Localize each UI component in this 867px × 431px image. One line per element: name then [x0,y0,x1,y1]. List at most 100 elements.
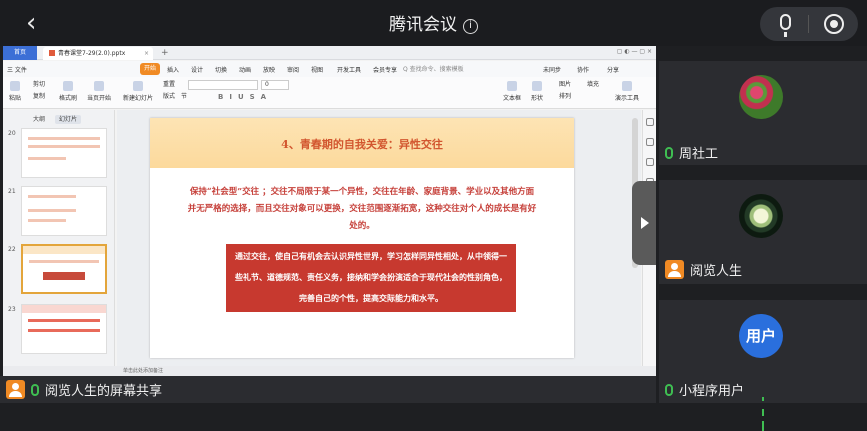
menu-bar: 三 文件 开始 插入 设计 切换 动画 放映 审阅 视图 开发工具 会员专享 Q… [3,61,656,77]
shape-button[interactable]: 形状 [531,81,543,102]
animation-icon[interactable] [646,158,654,166]
presentation-tools-icon [622,81,632,91]
play-from-current-button[interactable]: 当页开始 [87,81,111,102]
thumb-header [22,305,106,313]
copy-label: 复制 [33,93,46,100]
slide-number: 21 [8,188,16,195]
slide-thumbnail[interactable] [21,128,107,178]
presentation-tools-button[interactable]: 演示工具 [615,81,639,102]
microphone-icon [665,384,673,396]
paste-button[interactable]: 粘贴 [9,81,21,102]
font-size-select[interactable]: 0 [261,80,289,90]
lotus-avatar [739,194,783,238]
microphone-icon [31,384,39,396]
property-icon[interactable] [646,118,654,126]
participant-name-text: 小程序用户 [679,384,745,399]
menu-insert[interactable]: 插入 [167,65,179,74]
textbox-icon [507,81,517,91]
slide-canvas: 4、青春期的自我关爱：异性交往 保持“社会型”交往 ；交往不局限于某一个异性，交… [117,110,641,366]
menu-start[interactable]: 开始 [140,63,161,75]
menu-collab[interactable]: 协作 [577,65,589,74]
thumb-line [28,329,100,332]
menu-file[interactable]: 三 文件 [7,65,27,74]
layout-button[interactable]: 版式 [163,91,175,100]
textbox-button[interactable]: 文本框 [503,81,521,102]
format-painter-icon [63,81,73,91]
shape-icon [532,81,542,91]
current-slide[interactable]: 4、青春期的自我关爱：异性交往 保持“社会型”交往 ；交往不局限于某一个异性，交… [150,118,574,358]
participant-card[interactable]: 周社工 [659,61,867,165]
presentation-tools-label: 演示工具 [615,95,640,102]
top-controls [760,7,858,41]
menu-animation[interactable]: 动画 [239,65,251,74]
window-controls[interactable]: ▢ ◐ — ▢ × [617,48,652,55]
cut-button[interactable]: 剪切 [33,79,45,88]
slide-thumbnail[interactable] [21,304,107,354]
signal-bar [762,397,764,401]
signal-bar [762,409,764,416]
meeting-title-text: 腾讯会议 [389,15,457,35]
fill-label: 填充 [587,81,600,88]
home-tab[interactable]: 首页 [3,46,37,60]
screen-share-bar: 阅览人生的屏幕共享 [0,376,656,403]
close-tab-icon[interactable]: × [144,47,149,60]
cut-label: 剪切 [33,81,46,88]
reset-button[interactable]: 重置 [163,79,175,88]
menu-sync[interactable]: 未同步 [543,65,561,74]
picture-button[interactable]: 图片 [559,79,571,88]
menu-review[interactable]: 审阅 [287,65,299,74]
file-tab[interactable]: 青春课堂7-29(2.0).pptx × [43,47,153,60]
divider [808,15,809,33]
copy-button[interactable]: 复制 [33,91,45,100]
command-search[interactable]: Q 查找命令、搜索模板 [403,64,523,74]
menu-slideshow[interactable]: 放映 [263,65,275,74]
participant-card[interactable]: 阅览人生 [659,180,867,284]
participant-card[interactable]: 用户 小程序用户 [659,300,867,431]
share-owner-text: 阅览人生的屏幕共享 [45,384,163,399]
new-tab-icon[interactable]: + [161,46,169,60]
microphone-icon[interactable] [780,14,791,37]
font-name-select[interactable] [188,80,258,90]
pin-icon[interactable] [646,138,654,146]
text-format-buttons[interactable]: BIUSA [218,93,272,101]
menu-design[interactable]: 设计 [191,65,203,74]
new-slide-label: 新建幻灯片 [123,95,154,102]
thumb-line [28,319,100,322]
slide-number: 22 [8,246,16,253]
section-button[interactable]: 节 [181,91,187,100]
user-icon [6,380,25,399]
paste-label: 粘贴 [9,95,22,102]
collapse-panel-button[interactable] [632,181,656,265]
slide-thumbnail-selected[interactable] [21,244,107,294]
slide-title: 4、青春期的自我关爱：异性交往 [281,138,443,151]
fill-button[interactable]: 填充 [587,79,599,88]
record-icon[interactable] [824,14,844,34]
format-painter-button[interactable]: 格式刷 [59,81,77,102]
thumb-line [28,145,100,148]
participant-name-text: 周社工 [679,147,719,162]
menu-share[interactable]: 分享 [607,65,619,74]
flower-avatar [739,75,783,119]
new-slide-icon [133,81,143,91]
thumb-line [28,209,76,212]
slide-body-text: 保持“社会型”交往 ；交往不局限于某一个异性，交往在年龄、家庭背景、学业以及其他… [187,187,537,231]
tab-slides[interactable]: 幻灯片 [55,115,82,124]
menu-developer[interactable]: 开发工具 [337,65,361,74]
status-bar[interactable]: 单击此处添加备注 [3,366,656,376]
play-from-current-label: 当页开始 [87,95,112,102]
slide-thumbnail[interactable] [21,186,107,236]
participant-name-text: 阅览人生 [690,264,743,279]
new-slide-button[interactable]: 新建幻灯片 [123,81,153,102]
tab-outline[interactable]: 大纲 [33,116,45,123]
user-avatar: 用户 [739,314,783,358]
slide-number: 23 [8,306,16,313]
info-icon[interactable]: i [463,19,478,34]
menu-view[interactable]: 视图 [311,65,323,74]
slide-number: 20 [8,130,16,137]
menu-transition[interactable]: 切换 [215,65,227,74]
user-icon [665,260,684,279]
arrange-button[interactable]: 排列 [559,91,571,100]
section-label: 节 [181,93,188,100]
menu-member[interactable]: 会员专享 [373,65,397,74]
thumb-box [43,272,85,280]
